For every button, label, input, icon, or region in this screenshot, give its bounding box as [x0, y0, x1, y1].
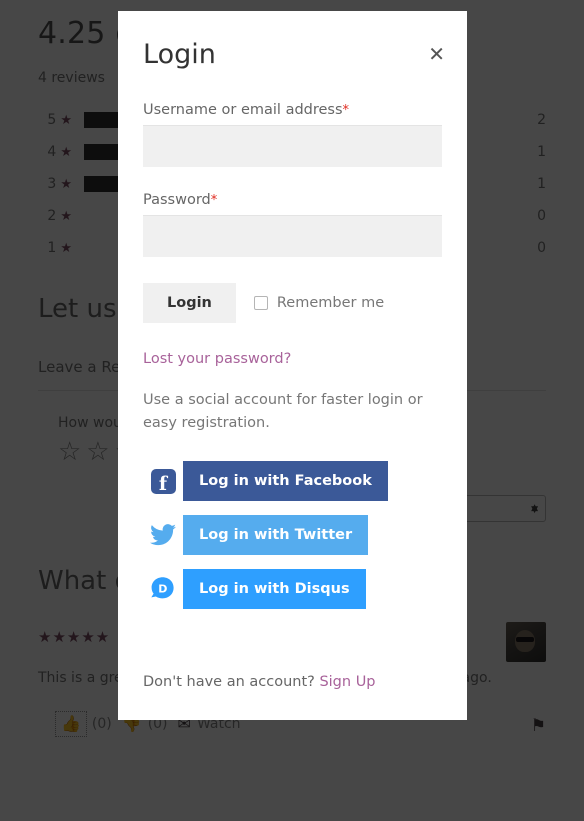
username-label: Username or email address* — [143, 102, 350, 118]
social-login-button[interactable]: f Log in with Facebook — [143, 461, 388, 502]
remember-me-row[interactable]: Remember me — [253, 295, 385, 311]
disqus-icon: D — [151, 577, 174, 599]
social-login-label: Log in with Twitter — [199, 527, 353, 544]
social-login-button[interactable]: Log in with Twitter — [143, 515, 369, 556]
lost-password-link[interactable]: Lost your password? — [143, 351, 291, 367]
remember-me-label: Remember me — [276, 295, 385, 311]
social-icon-box: D — [143, 569, 183, 610]
password-input[interactable] — [143, 215, 442, 257]
close-icon[interactable]: ✕ — [428, 44, 445, 64]
signup-link[interactable]: Sign Up — [319, 674, 375, 690]
twitter-icon — [150, 524, 176, 546]
remember-me-checkbox[interactable] — [253, 296, 268, 310]
login-row: Login Remember me — [143, 283, 442, 323]
login-button[interactable]: Login — [143, 283, 236, 323]
required-marker: * — [342, 103, 350, 118]
modal-title: Login — [143, 39, 216, 70]
signup-row: Don't have an account? Sign Up — [143, 674, 376, 690]
svg-text:D: D — [158, 583, 167, 596]
social-note: Use a social account for faster login or… — [143, 392, 423, 432]
social-login-button[interactable]: D Log in with Disqus — [143, 569, 366, 610]
social-login-label: Log in with Disqus — [199, 581, 350, 598]
social-login-list: f Log in with Facebook Log in with Twitter… — [143, 461, 442, 610]
required-marker: * — [210, 193, 218, 208]
password-label: Password* — [143, 192, 218, 208]
facebook-icon: f — [150, 468, 176, 494]
login-modal: ✕ Login Username or email address* Passw… — [118, 11, 467, 720]
social-icon-box — [143, 515, 183, 556]
signup-prompt: Don't have an account? — [143, 674, 315, 690]
social-login-label: Log in with Facebook — [199, 473, 372, 490]
username-input[interactable] — [143, 125, 442, 167]
social-icon-box: f — [143, 461, 183, 502]
